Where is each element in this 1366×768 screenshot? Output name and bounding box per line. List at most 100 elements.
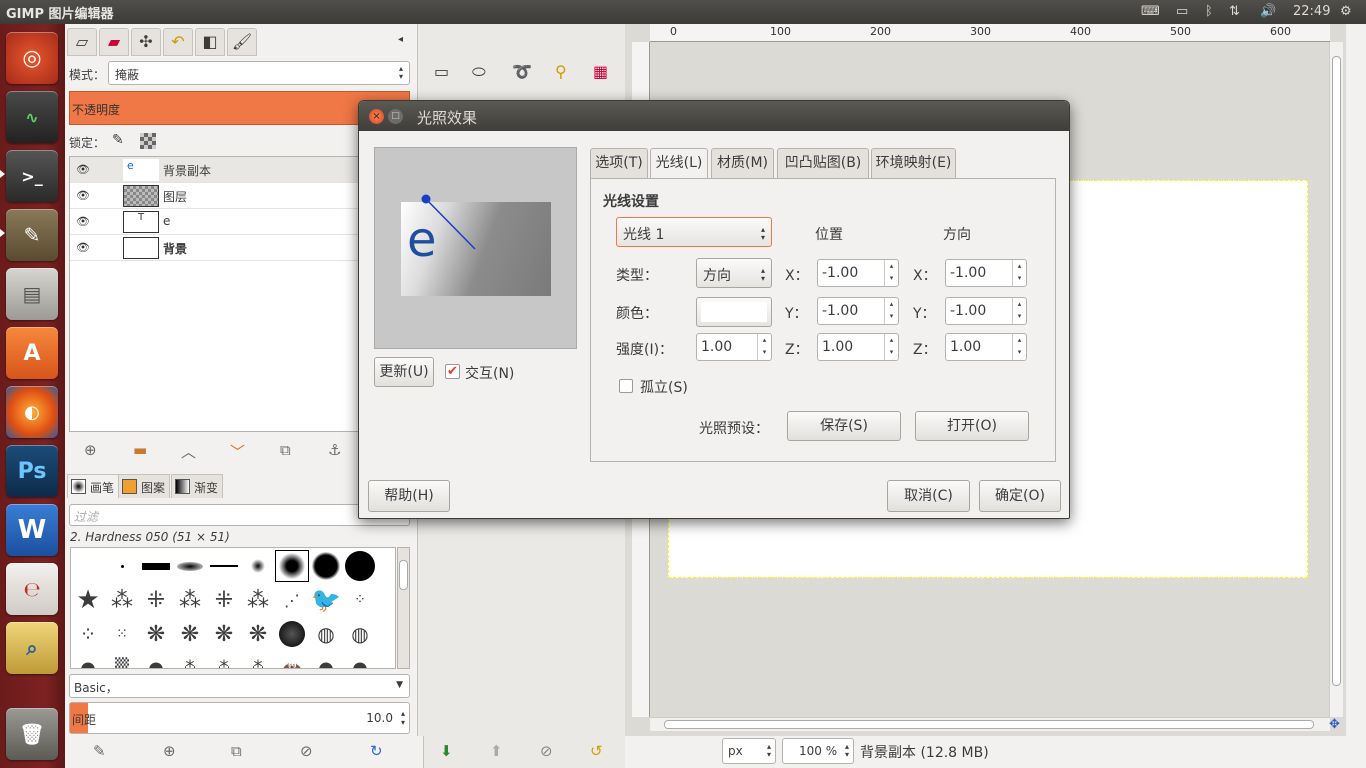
tab-options[interactable]: 选项(T)	[590, 148, 648, 178]
system-monitor-icon[interactable]: ∿	[6, 91, 58, 143]
delete-brush-icon[interactable]: ⊘	[300, 742, 313, 760]
tab-material[interactable]: 材质(M)	[711, 148, 774, 178]
eye-icon[interactable]: 👁	[76, 241, 90, 254]
brush-item[interactable]: ⁂	[105, 584, 139, 616]
brush-item[interactable]: ⁜	[139, 584, 173, 616]
direction-x-input[interactable]: -1.00 ▴ ▾	[945, 259, 1027, 287]
bluetooth-icon[interactable]: ᛒ	[1205, 4, 1213, 19]
gimp-icon[interactable]: ✎	[6, 209, 58, 261]
brush-item[interactable]: ◍	[309, 618, 343, 650]
spin-arrows-icon[interactable]: ▴ ▾	[757, 334, 771, 360]
brush-item[interactable]	[343, 550, 377, 582]
light-select[interactable]: 光线 1 ▴ ▾	[616, 217, 772, 247]
brush-item[interactable]	[309, 550, 343, 582]
brush-item[interactable]	[275, 618, 309, 650]
layers-tab-icon[interactable]: ▱	[67, 28, 97, 56]
brush-item[interactable]	[105, 550, 139, 582]
brush-item[interactable]: 🦇	[275, 652, 309, 669]
position-x-input[interactable]: -1.00 ▴ ▾	[817, 259, 899, 287]
rect-select-tool-icon[interactable]: ▭	[434, 62, 449, 81]
eye-icon[interactable]: 👁	[76, 189, 90, 202]
preview-panel[interactable]: e	[374, 147, 577, 349]
spin-arrows-icon[interactable]: ▴ ▾	[401, 709, 405, 727]
brush-item[interactable]: ▒	[105, 652, 139, 669]
cancel-button[interactable]: 取消(C)	[887, 480, 970, 512]
spin-arrows-icon[interactable]: ▴ ▾	[1012, 334, 1026, 360]
photoshop-icon[interactable]: Ps	[6, 445, 58, 497]
anchor-layer-icon[interactable]: ⚓	[328, 441, 341, 459]
brush-item[interactable]: ⁂	[173, 584, 207, 616]
undo-history-tab-icon[interactable]: ↶	[163, 28, 193, 56]
scrollbar-thumb[interactable]	[664, 720, 1314, 729]
brush-item[interactable]: ❋	[139, 618, 173, 650]
brush-item[interactable]	[173, 550, 207, 582]
brush-item[interactable]: ⁙	[105, 618, 139, 650]
brush-item[interactable]: ⁂	[173, 652, 207, 669]
file-manager-icon[interactable]: ▤	[6, 268, 58, 320]
horizontal-scrollbar[interactable]	[650, 717, 1330, 731]
lock-pixels-icon[interactable]: ✎	[112, 132, 124, 148]
horizontal-ruler[interactable]: 0 100 200 300 400 500 600	[650, 24, 1330, 42]
scrollbar-thumb[interactable]	[1332, 56, 1341, 686]
brush-item[interactable]: ⁂	[241, 584, 275, 616]
brush-item[interactable]: ●	[139, 652, 173, 669]
light-direction-indicator[interactable]	[375, 148, 578, 350]
navigate-icon[interactable]: ✥	[1329, 717, 1340, 732]
brush-item[interactable]: ⁂	[207, 652, 241, 669]
tab-light[interactable]: 光线(L)	[650, 148, 708, 179]
color-button[interactable]	[696, 297, 772, 327]
brush-item[interactable]: ●	[309, 652, 343, 669]
duplicate-brush-icon[interactable]: ⧉	[231, 742, 242, 760]
interactive-checkbox[interactable]: ✔	[445, 364, 460, 379]
layer-row[interactable]: 👁 e 背景副本	[70, 157, 360, 183]
fuzzy-select-tool-icon[interactable]: ⚲	[555, 62, 567, 81]
maximize-icon[interactable]: □	[388, 109, 403, 124]
channels-tab-icon[interactable]: ▰	[99, 28, 129, 56]
brush-item[interactable]: ●	[343, 652, 377, 669]
unit-select[interactable]: px ▴ ▾	[722, 738, 776, 764]
brush-item[interactable]: ❋	[241, 618, 275, 650]
light-type-select[interactable]: 方向 ▴ ▾	[696, 258, 772, 288]
direction-z-input[interactable]: 1.00 ▴ ▾	[945, 333, 1027, 361]
position-y-input[interactable]: -1.00 ▴ ▾	[817, 297, 899, 325]
position-z-input[interactable]: 1.00 ▴ ▾	[817, 333, 899, 361]
isolate-checkbox[interactable]	[619, 379, 633, 393]
scrollbar-thumb[interactable]	[399, 560, 408, 590]
ellipse-select-tool-icon[interactable]: ⬭	[472, 62, 486, 82]
tab-brushes[interactable]: 画笔	[67, 474, 120, 498]
tab-bump-map[interactable]: 凹凸贴图(B)	[777, 148, 869, 178]
save-preset-button[interactable]: 保存(S)	[787, 411, 901, 441]
layer-row[interactable]: 👁 T e	[70, 209, 360, 235]
help-button[interactable]: 帮助(H)	[368, 480, 450, 512]
lasso-tool-icon[interactable]: ➰	[512, 62, 532, 81]
edit-brush-icon[interactable]: ✎	[93, 742, 106, 760]
star-brush[interactable]: ★	[71, 584, 105, 616]
update-button[interactable]: 更新(U)	[374, 357, 434, 387]
duplicate-layer-icon[interactable]: ⧉	[280, 441, 291, 459]
bird-brush[interactable]: 🐦	[309, 584, 343, 616]
brush-item[interactable]: ❋	[207, 618, 241, 650]
layer-row[interactable]: 👁 图层	[70, 183, 360, 209]
eye-icon[interactable]: 👁	[76, 163, 90, 176]
spin-arrows-icon[interactable]: ▴ ▾	[884, 298, 898, 324]
dock-menu-icon[interactable]: ◂	[398, 34, 403, 45]
spin-arrows-icon[interactable]: ▴ ▾	[1012, 260, 1026, 286]
vertical-scrollbar[interactable]	[1329, 42, 1343, 717]
refresh-brushes-icon[interactable]: ↻	[370, 742, 383, 760]
spin-arrows-icon[interactable]: ▴ ▾	[1012, 298, 1026, 324]
brush-item[interactable]: ⋰	[275, 584, 309, 616]
volume-icon[interactable]: 🔊	[1260, 4, 1276, 19]
restore-tool-options-icon[interactable]: ⬆	[490, 742, 503, 760]
new-layer-group-icon[interactable]: ▬	[133, 441, 147, 459]
firefox-icon[interactable]: ◐	[6, 386, 58, 438]
brush-item[interactable]: ⁜	[207, 584, 241, 616]
keyboard-icon[interactable]: ⌨	[1141, 4, 1160, 19]
tab-patterns[interactable]: 图案	[118, 474, 171, 498]
open-preset-button[interactable]: 打开(O)	[915, 411, 1029, 441]
reset-tool-options-icon[interactable]: ↺	[590, 742, 603, 760]
document-viewer-icon[interactable]: ℮	[6, 563, 58, 615]
raise-layer-icon[interactable]: ︿	[181, 441, 196, 462]
brush-tab-icon[interactable]: 🖌	[227, 28, 257, 56]
brush-item-selected[interactable]	[275, 550, 309, 582]
direction-y-input[interactable]: -1.00 ▴ ▾	[945, 297, 1027, 325]
